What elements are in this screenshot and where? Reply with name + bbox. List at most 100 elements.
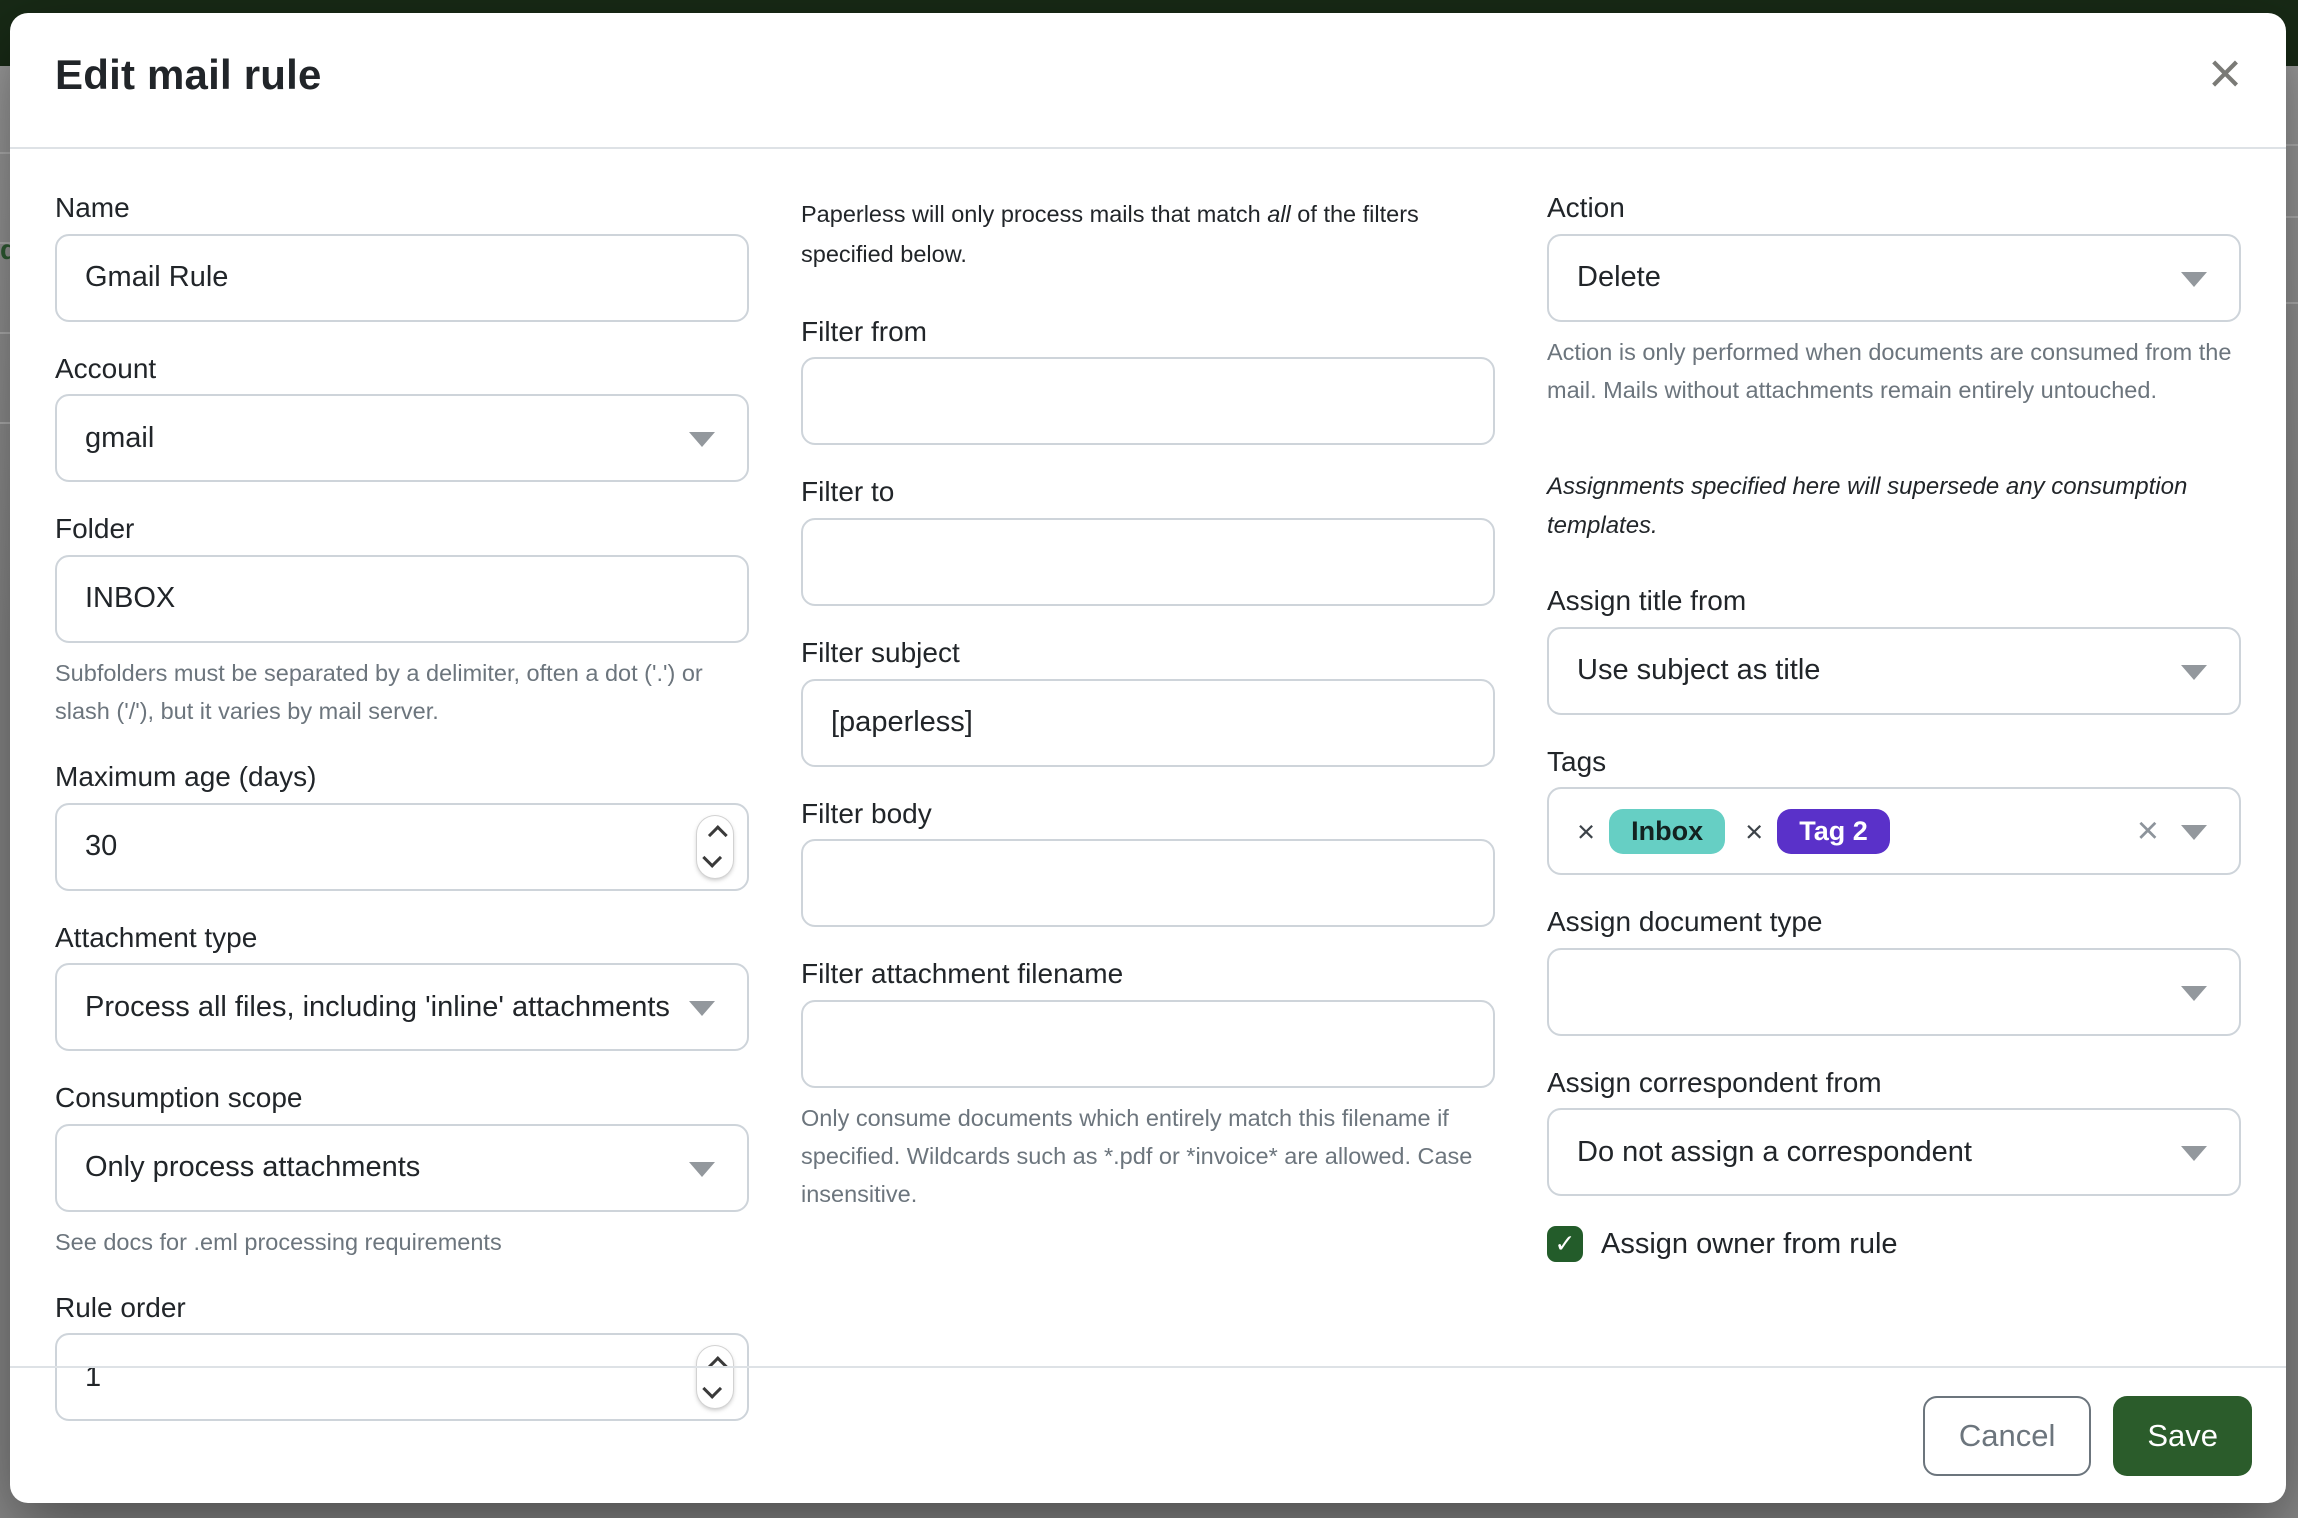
save-button[interactable]: Save: [2113, 1396, 2252, 1476]
field-assign-title: Assign title from Use subject as title: [1547, 584, 2241, 715]
filter-to-label: Filter to: [801, 475, 1495, 509]
assignments-note: Assignments specified here will supersed…: [1547, 467, 2241, 546]
filter-to-input-wrap: [801, 518, 1495, 606]
filter-from-input[interactable]: [831, 385, 1465, 418]
max-age-label: Maximum age (days): [55, 760, 749, 794]
stepper-down-icon[interactable]: [702, 848, 722, 868]
consumption-scope-help-text: See docs for .eml processing requirement…: [55, 1223, 749, 1261]
chevron-down-icon: [2181, 986, 2207, 1001]
field-tags: Tags × Inbox × Tag 2 ×: [1547, 745, 2241, 876]
action-selected-value: Delete: [1577, 261, 1661, 294]
attachment-type-label: Attachment type: [55, 921, 749, 955]
filter-to-input[interactable]: [831, 546, 1465, 579]
account-label: Account: [55, 352, 749, 386]
filter-subject-input[interactable]: [831, 706, 1465, 739]
chevron-down-icon: [2181, 665, 2207, 680]
field-action: Action Delete Action is only performed w…: [1547, 191, 2241, 409]
assign-correspondent-select[interactable]: Do not assign a correspondent: [1547, 1108, 2241, 1196]
chevron-down-icon: [689, 1001, 715, 1016]
consumption-scope-select[interactable]: Only process attachments: [55, 1124, 749, 1212]
field-assign-doctype: Assign document type: [1547, 905, 2241, 1036]
intro-italic-word: all: [1267, 201, 1291, 227]
action-select[interactable]: Delete: [1547, 234, 2241, 322]
filter-filename-input-wrap: [801, 1000, 1495, 1088]
name-input[interactable]: [85, 261, 719, 294]
dialog-body: Name Account gmail Folder Subfolders mus…: [55, 147, 2241, 1368]
attachment-type-select[interactable]: Process all files, including 'inline' at…: [55, 963, 749, 1051]
filter-body-label: Filter body: [801, 797, 1495, 831]
dialog-header: Edit mail rule ×: [10, 13, 2286, 149]
close-icon[interactable]: ×: [2204, 41, 2246, 107]
field-filter-filename: Filter attachment filename Only consume …: [801, 957, 1495, 1213]
checkbox-checked-icon[interactable]: ✓: [1547, 1226, 1583, 1262]
tag-chip-inbox: Inbox: [1609, 809, 1725, 854]
filter-body-input[interactable]: [831, 867, 1465, 900]
assign-title-select[interactable]: Use subject as title: [1547, 627, 2241, 715]
remove-tag-icon[interactable]: ×: [1577, 816, 1595, 847]
action-help-text: Action is only performed when documents …: [1547, 333, 2241, 409]
assign-owner-checkbox-row[interactable]: ✓ Assign owner from rule: [1547, 1226, 2241, 1262]
folder-input-wrap: [55, 555, 749, 643]
rule-order-label: Rule order: [55, 1291, 749, 1325]
field-account: Account gmail: [55, 352, 749, 483]
filter-filename-input[interactable]: [831, 1027, 1465, 1060]
name-label: Name: [55, 191, 749, 225]
consumption-scope-selected-value: Only process attachments: [85, 1151, 420, 1184]
folder-label: Folder: [55, 512, 749, 546]
field-filter-from: Filter from: [801, 315, 1495, 446]
field-assign-correspondent: Assign correspondent from Do not assign …: [1547, 1066, 2241, 1197]
assign-owner-label: Assign owner from rule: [1601, 1228, 1898, 1261]
filter-from-label: Filter from: [801, 315, 1495, 349]
field-filter-to: Filter to: [801, 475, 1495, 606]
attachment-type-selected-value: Process all files, including 'inline' at…: [85, 991, 670, 1024]
remove-tag-icon[interactable]: ×: [1745, 816, 1763, 847]
field-attachment-type: Attachment type Process all files, inclu…: [55, 921, 749, 1052]
cancel-button[interactable]: Cancel: [1923, 1396, 2092, 1476]
max-age-input-wrap: [55, 803, 749, 891]
chevron-down-icon: [2181, 1146, 2207, 1161]
consumption-scope-label: Consumption scope: [55, 1081, 749, 1115]
column-actions: Action Delete Action is only performed w…: [1547, 191, 2241, 1451]
dialog-title: Edit mail rule: [55, 51, 322, 99]
max-age-stepper[interactable]: [697, 816, 733, 878]
stepper-up-icon[interactable]: [708, 825, 728, 845]
chevron-down-icon: [2181, 272, 2207, 287]
folder-input[interactable]: [85, 582, 719, 615]
action-label: Action: [1547, 191, 2241, 225]
filter-from-input-wrap: [801, 357, 1495, 445]
field-name: Name: [55, 191, 749, 322]
folder-help-text: Subfolders must be separated by a delimi…: [55, 654, 749, 730]
filter-filename-help-text: Only consume documents which entirely ma…: [801, 1099, 1495, 1213]
edit-mail-rule-dialog: Edit mail rule × Name Account gmail Fold…: [10, 13, 2286, 1503]
field-consumption-scope: Consumption scope Only process attachmen…: [55, 1081, 749, 1261]
column-general: Name Account gmail Folder Subfolders mus…: [55, 191, 749, 1451]
max-age-input[interactable]: [85, 830, 719, 863]
chevron-down-icon: [689, 432, 715, 447]
chevron-down-icon: [2181, 825, 2207, 840]
filter-subject-label: Filter subject: [801, 636, 1495, 670]
background-page-right-sliver: [2285, 66, 2298, 1518]
clear-tags-icon[interactable]: ×: [2137, 812, 2159, 850]
account-select[interactable]: gmail: [55, 394, 749, 482]
field-folder: Folder Subfolders must be separated by a…: [55, 512, 749, 730]
column-filters: Paperless will only process mails that m…: [801, 191, 1495, 1451]
assign-correspondent-selected-value: Do not assign a correspondent: [1577, 1136, 1972, 1169]
account-selected-value: gmail: [85, 422, 154, 455]
name-input-wrap: [55, 234, 749, 322]
chevron-down-icon: [689, 1162, 715, 1177]
assign-correspondent-label: Assign correspondent from: [1547, 1066, 2241, 1100]
filter-filename-label: Filter attachment filename: [801, 957, 1495, 991]
tag-chip-tag2: Tag 2: [1777, 809, 1890, 854]
field-filter-body: Filter body: [801, 797, 1495, 928]
assign-title-selected-value: Use subject as title: [1577, 654, 1820, 687]
tags-multiselect[interactable]: × Inbox × Tag 2 ×: [1547, 787, 2241, 875]
assign-doctype-select[interactable]: [1547, 948, 2241, 1036]
filter-subject-input-wrap: [801, 679, 1495, 767]
dialog-footer: Cancel Save: [10, 1366, 2286, 1503]
assign-doctype-label: Assign document type: [1547, 905, 2241, 939]
field-max-age: Maximum age (days): [55, 760, 749, 891]
filters-intro-text: Paperless will only process mails that m…: [801, 195, 1495, 275]
assign-title-label: Assign title from: [1547, 584, 2241, 618]
tags-label: Tags: [1547, 745, 2241, 779]
field-filter-subject: Filter subject: [801, 636, 1495, 767]
